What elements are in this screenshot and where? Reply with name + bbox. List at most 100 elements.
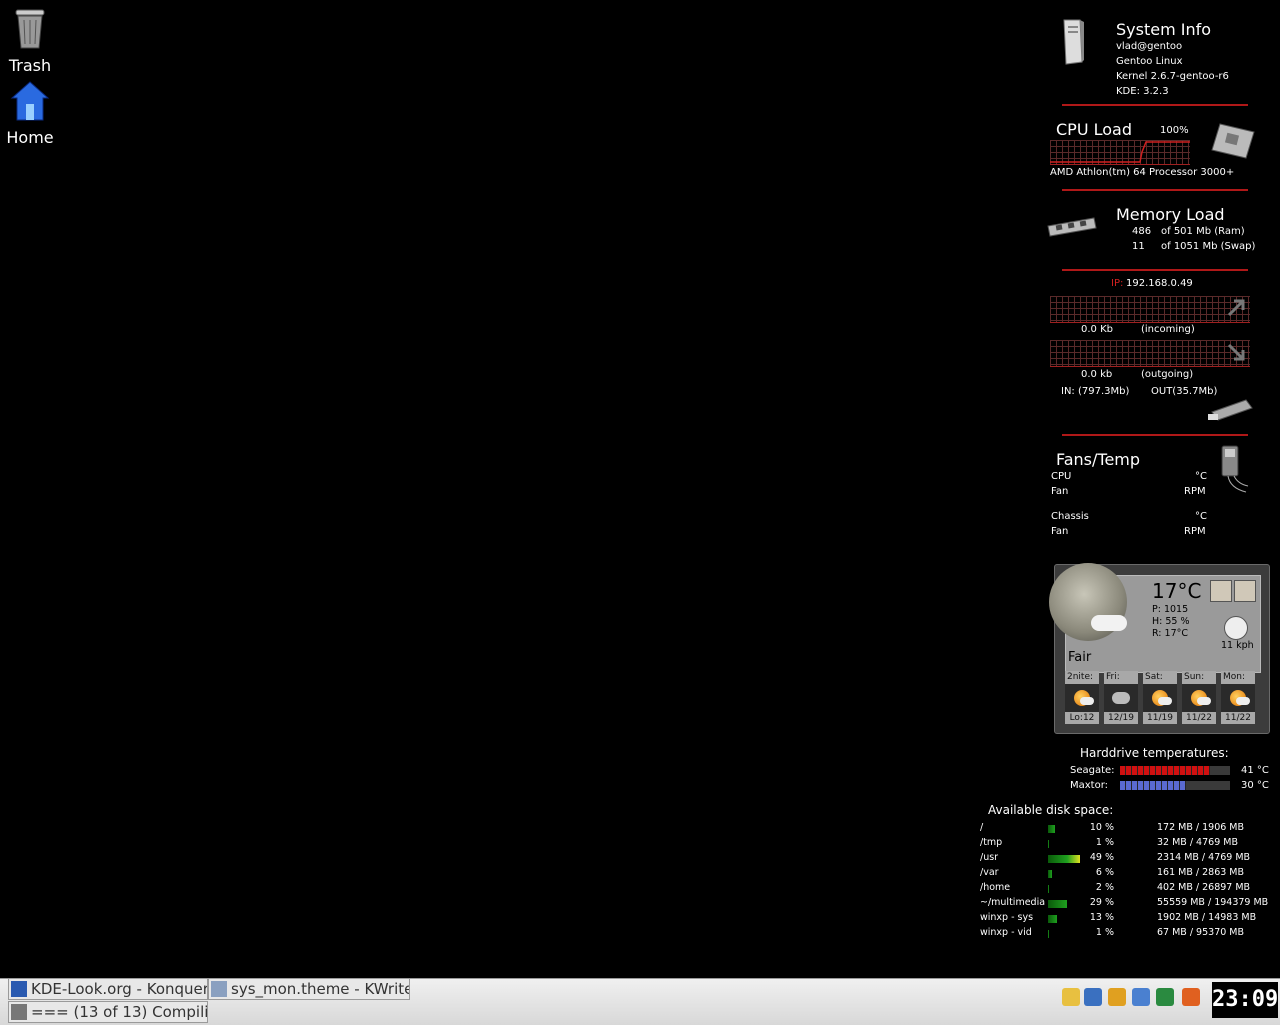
disk-row: ~/multimedia 29 % 55559 MB / 194379 MB xyxy=(980,897,1268,912)
wind-direction-icon xyxy=(1224,616,1248,640)
trash-desktop-icon[interactable]: Trash xyxy=(0,6,60,75)
task-label: sys_mon.theme - KWrite xyxy=(231,980,410,998)
outgoing-graph xyxy=(1050,340,1250,367)
disk-usage-bar xyxy=(1048,885,1049,893)
disk-usage-bar xyxy=(1048,840,1049,848)
kwrite-icon xyxy=(211,980,227,997)
sysinfo-user: vlad@gentoo xyxy=(1116,41,1183,52)
hdd-temp-title: Harddrive temperatures: xyxy=(1080,746,1229,760)
multimeter-icon xyxy=(1221,445,1249,493)
disk-usage-bar xyxy=(1048,915,1057,923)
weather-map-button[interactable] xyxy=(1210,580,1232,602)
weather-realfeel: R: 17°C xyxy=(1152,628,1189,639)
weather-radar-button[interactable] xyxy=(1234,580,1256,602)
clock[interactable]: 23:09 xyxy=(1212,982,1278,1018)
disk-percent: 10 % xyxy=(1089,822,1114,833)
hdd-temp-bar xyxy=(1120,781,1230,790)
forecast-day-name: Sat: xyxy=(1143,671,1177,684)
disk-mount: /home xyxy=(980,882,1011,893)
hdd-temp: 30 °C xyxy=(1241,780,1269,791)
fan-row-cpu-fan-unit: RPM xyxy=(1184,486,1206,497)
network-tray-icon[interactable] xyxy=(1156,988,1174,1006)
incoming-rate: 0.0 Kb xyxy=(1081,324,1113,335)
trash-label: Trash xyxy=(8,56,52,75)
konqueror-icon xyxy=(11,980,27,997)
disk-size: 32 MB / 4769 MB xyxy=(1157,837,1238,848)
system-info-title: System Info xyxy=(1116,20,1212,39)
disk-percent: 2 % xyxy=(1095,882,1114,893)
hdd-temp: 41 °C xyxy=(1241,765,1269,776)
disk-percent: 1 % xyxy=(1095,927,1114,938)
forecast-day: Fri: 12/19 xyxy=(1104,671,1138,727)
desktop-switch-icon[interactable] xyxy=(1084,988,1102,1006)
kde-menu-icon[interactable] xyxy=(1062,988,1080,1006)
fan-row-chassis-fan-unit: RPM xyxy=(1184,526,1206,537)
hdd-temp-bar-fill xyxy=(1120,766,1211,775)
firefox-icon[interactable] xyxy=(1182,988,1200,1006)
fan-row-cpu: CPU xyxy=(1051,471,1072,482)
hdd-name: Seagate: xyxy=(1070,765,1115,776)
disk-mount: ~/multimedia xyxy=(980,897,1046,908)
fans-temp-title: Fans/Temp xyxy=(1056,450,1141,469)
cpu-chip-icon xyxy=(1211,123,1255,159)
weather-humidity: H: 55 % xyxy=(1152,616,1190,627)
outgoing-arrow-icon xyxy=(1227,343,1245,361)
forecast-day: Sun: 11/22 xyxy=(1182,671,1216,727)
cpu-processor: AMD Athlon(tm) 64 Processor 3000+ xyxy=(1050,167,1235,178)
outgoing-rate: 0.0 kb xyxy=(1081,369,1113,380)
forecast-day-temp: 11/22 xyxy=(1182,712,1216,724)
swap-label: of 1051 Mb (Swap) xyxy=(1161,241,1256,252)
disk-percent: 1 % xyxy=(1095,837,1114,848)
weather-widget[interactable]: 17°C P: 1015 H: 55 % R: 17°C Fair 11 kph… xyxy=(1049,563,1270,734)
forecast-day-name: Sun: xyxy=(1182,671,1216,684)
disk-size: 172 MB / 1906 MB xyxy=(1157,822,1245,833)
disk-row: /usr 49 % 2314 MB / 4769 MB xyxy=(980,852,1250,867)
divider xyxy=(1062,434,1248,436)
disk-row: winxp - sys 13 % 1902 MB / 14983 MB xyxy=(980,912,1256,927)
disk-percent: 13 % xyxy=(1089,912,1114,923)
task-label: === (13 of 13) Compiling xyxy=(31,1003,208,1021)
rain-cloud-icon xyxy=(1112,692,1130,704)
disk-usage-bar xyxy=(1048,855,1080,863)
weather-condition: Fair xyxy=(1068,650,1092,665)
home-icon xyxy=(10,81,50,121)
disk-mount: /usr xyxy=(980,852,999,863)
task-konqueror[interactable]: KDE-Look.org - Konqueror xyxy=(8,978,208,1000)
swap-used: 11 xyxy=(1132,241,1145,252)
cpu-graph xyxy=(1050,140,1190,165)
fan-row-chassis: Chassis xyxy=(1051,511,1089,522)
hdd-temp-bar xyxy=(1120,766,1230,775)
sysinfo-kde: KDE: 3.2.3 xyxy=(1116,86,1169,97)
incoming-label: (incoming) xyxy=(1141,324,1195,335)
disk-row: / 10 % 172 MB / 1906 MB xyxy=(980,822,1248,837)
home-desktop-icon[interactable]: Home xyxy=(0,80,60,147)
cloud-icon xyxy=(1091,615,1127,631)
disk-mount: winxp - vid xyxy=(980,927,1032,938)
fan-row-cpu-unit: °C xyxy=(1195,471,1207,482)
disk-percent: 49 % xyxy=(1089,852,1114,863)
fan-row-chassis-unit: °C xyxy=(1195,511,1207,522)
ram-stick-icon xyxy=(1047,217,1097,237)
network-card-icon xyxy=(1208,399,1253,421)
sun-cloud-icon xyxy=(1230,690,1250,706)
disk-mount: /var xyxy=(980,867,999,878)
hdd-name: Maxtor: xyxy=(1070,780,1109,791)
task-konsole[interactable]: === (13 of 13) Compiling xyxy=(8,1001,208,1023)
out-total: OUT(35.7Mb) xyxy=(1151,386,1218,397)
trash-icon xyxy=(15,9,45,49)
forecast-day-name: Mon: xyxy=(1221,671,1255,684)
speaker-icon[interactable] xyxy=(1132,988,1150,1006)
folder-icon[interactable] xyxy=(1108,988,1126,1006)
forecast-day-temp: 11/19 xyxy=(1143,712,1177,724)
disk-size: 1902 MB / 14983 MB xyxy=(1157,912,1257,923)
disk-mount: winxp - sys xyxy=(980,912,1034,923)
forecast-day: Mon: 11/22 xyxy=(1221,671,1255,727)
forecast-day-name: Fri: xyxy=(1104,671,1138,684)
cpu-load-title: CPU Load xyxy=(1056,120,1132,139)
sun-cloud-icon xyxy=(1191,690,1211,706)
task-label: KDE-Look.org - Konqueror xyxy=(31,980,208,998)
forecast-day-temp: Lo:12 xyxy=(1065,712,1099,724)
cpu-graph-line xyxy=(1050,141,1190,163)
task-kwrite[interactable]: sys_mon.theme - KWrite xyxy=(208,978,410,1000)
sysinfo-distro: Gentoo Linux xyxy=(1116,56,1183,67)
